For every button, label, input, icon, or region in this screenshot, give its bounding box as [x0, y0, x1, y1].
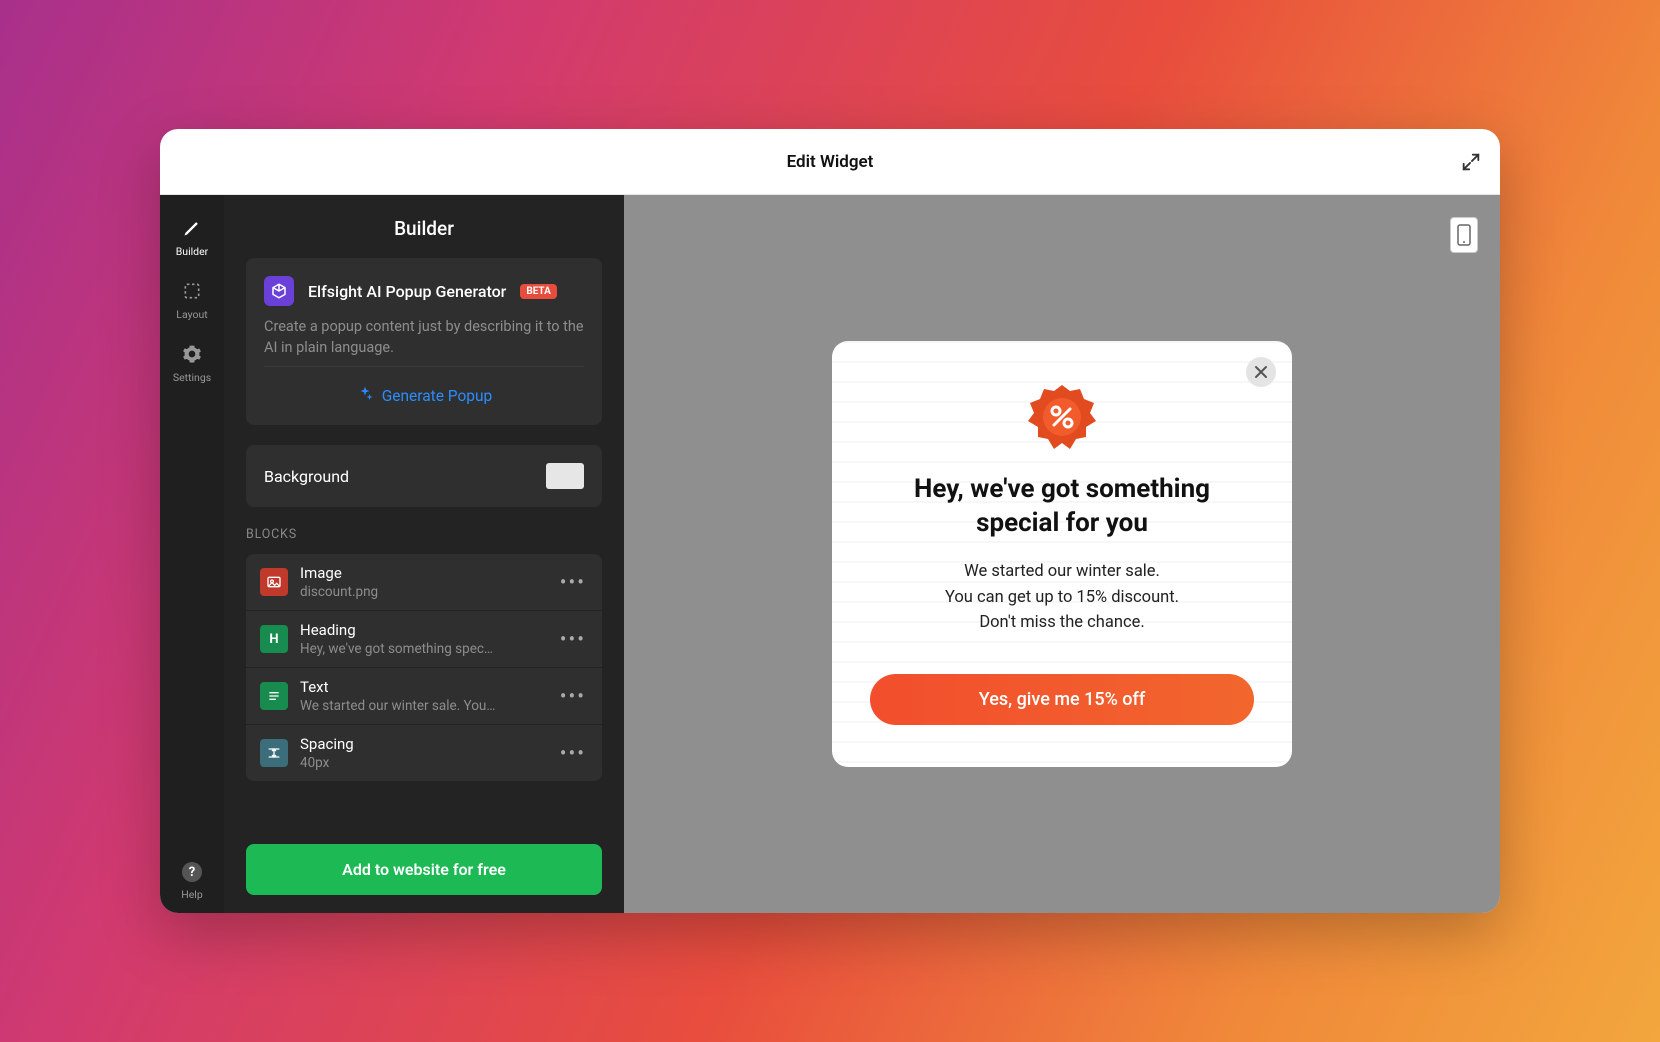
block-row[interactable]: Spacing 40px ••• — [246, 724, 602, 781]
popup-heading: Hey, we've got something special for you — [870, 473, 1254, 541]
gear-icon — [181, 343, 203, 365]
block-type-icon: H — [260, 625, 288, 653]
pencil-icon — [181, 217, 203, 239]
rail-label: Settings — [173, 371, 211, 384]
more-icon[interactable]: ••• — [558, 570, 588, 594]
ai-title: Elfsight AI Popup Generator — [308, 282, 506, 301]
rail-item-settings[interactable]: Settings — [160, 331, 224, 394]
ai-sub: Create a popup content just by describin… — [264, 316, 584, 358]
editor-body: Builder Layout Settings ? Help — [160, 195, 1500, 913]
popup-preview: Hey, we've got something special for you… — [832, 341, 1292, 766]
page-title: Edit Widget — [787, 152, 874, 172]
popup-text: We started our winter sale. You can get … — [870, 559, 1254, 636]
close-icon — [1254, 365, 1268, 379]
block-type-icon — [260, 682, 288, 710]
generate-label: Generate Popup — [382, 387, 493, 405]
popup-cta-button[interactable]: Yes, give me 15% off — [870, 674, 1254, 725]
block-type-icon — [260, 739, 288, 767]
blocks-section-label: BLOCKS — [246, 527, 602, 542]
block-title: Spacing — [300, 735, 546, 753]
preview-canvas: Hey, we've got something special for you… — [624, 195, 1500, 913]
titlebar: Edit Widget — [160, 129, 1500, 195]
rail-label: Help — [181, 888, 203, 901]
rail-label: Builder — [176, 245, 208, 258]
block-subtitle: 40px — [300, 755, 546, 771]
help-icon: ? — [182, 862, 202, 882]
builder-panel: Builder Elfsight AI Popup Generator BETA… — [224, 195, 624, 913]
block-row[interactable]: Image discount.png ••• — [246, 554, 602, 610]
expand-icon[interactable] — [1460, 151, 1482, 173]
block-title: Text — [300, 678, 546, 696]
block-type-icon — [260, 568, 288, 596]
rail-item-builder[interactable]: Builder — [160, 205, 224, 268]
rail-item-layout[interactable]: Layout — [160, 268, 224, 331]
add-to-website-button[interactable]: Add to website for free — [246, 844, 602, 895]
popup-close-button[interactable] — [1246, 357, 1276, 387]
phone-icon — [1457, 224, 1471, 246]
rail-label: Layout — [176, 308, 207, 321]
panel-scroll[interactable]: Builder Elfsight AI Popup Generator BETA… — [224, 195, 624, 913]
background-label: Background — [264, 467, 349, 486]
blocks-list: Image discount.png ••• H Heading Hey, we've g… — [246, 554, 602, 781]
more-icon[interactable]: ••• — [558, 627, 588, 651]
rail: Builder Layout Settings ? Help — [160, 195, 224, 913]
block-subtitle: We started our winter sale. You… — [300, 698, 546, 714]
block-title: Image — [300, 564, 546, 582]
ai-card: Elfsight AI Popup Generator BETA Create … — [246, 258, 602, 425]
block-row[interactable]: Text We started our winter sale. You… ••• — [246, 667, 602, 724]
more-icon[interactable]: ••• — [558, 741, 588, 765]
block-subtitle: discount.png — [300, 584, 546, 600]
background-swatch — [546, 463, 584, 489]
generate-popup-button[interactable]: Generate Popup — [264, 366, 584, 425]
block-row[interactable]: H Heading Hey, we've got something spec… ••… — [246, 610, 602, 667]
device-toggle-button[interactable] — [1450, 217, 1478, 253]
editor-window: Edit Widget Builder Layout — [160, 129, 1500, 913]
beta-badge: BETA — [520, 284, 557, 299]
layout-icon — [181, 280, 203, 302]
cta-bar: Add to website for free — [224, 826, 624, 913]
block-subtitle: Hey, we've got something spec… — [300, 641, 546, 657]
block-title: Heading — [300, 621, 546, 639]
more-icon[interactable]: ••• — [558, 684, 588, 708]
ai-logo-icon — [264, 276, 294, 306]
panel-heading: Builder — [224, 195, 624, 258]
background-row[interactable]: Background — [246, 445, 602, 507]
rail-item-help[interactable]: ? Help — [160, 862, 224, 901]
sparkle-icon — [356, 385, 374, 407]
discount-badge-icon — [1028, 383, 1096, 451]
